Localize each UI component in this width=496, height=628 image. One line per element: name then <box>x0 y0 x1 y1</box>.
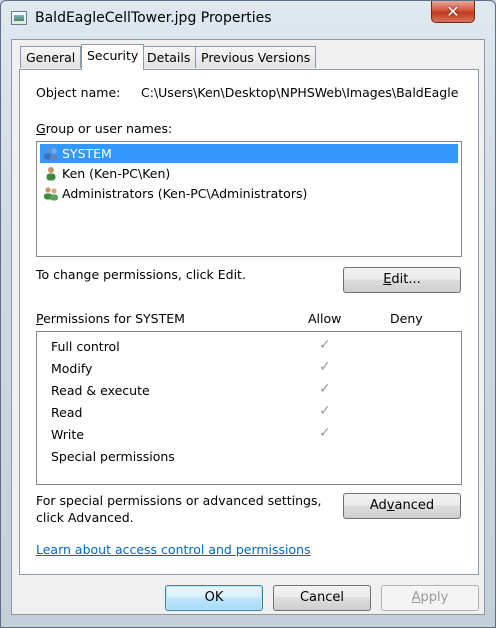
apply-button-label: pply <box>420 590 449 605</box>
tab-previous-versions[interactable]: Previous Versions <box>195 46 317 68</box>
advanced-button[interactable]: Advanced <box>343 493 461 519</box>
tab-details-label: Details <box>147 50 191 65</box>
cancel-button-label: Cancel <box>299 590 345 605</box>
permission-row-read: Read ✓ <box>51 402 451 424</box>
user-name: Administrators (Ken-PC\Administrators) <box>62 186 308 201</box>
tab-security-label: Security <box>87 48 139 63</box>
deny-column-header: Deny <box>390 311 423 326</box>
access-control-help-link[interactable]: Learn about access control and permissio… <box>36 542 311 557</box>
apply-accelerator: A <box>411 590 421 605</box>
ok-button[interactable]: OK <box>165 585 263 611</box>
user-list[interactable]: SYSTEM Ken (Ken-PC\Ken) Administrators (… <box>36 141 462 257</box>
permission-row-modify: Modify ✓ <box>51 358 451 380</box>
list-item-system[interactable]: SYSTEM <box>40 144 458 163</box>
permissions-list[interactable]: Full control ✓ Modify ✓ Read & execute ✓… <box>36 331 462 485</box>
group-label-accelerator: G <box>36 121 46 136</box>
allow-check-icon: ✓ <box>319 337 331 353</box>
tab-general-label: General <box>26 50 76 65</box>
image-file-icon <box>11 11 27 25</box>
allow-check-icon: ✓ <box>319 381 331 397</box>
advanced-accelerator: v <box>386 498 395 513</box>
allow-column-header: Allow <box>308 311 342 326</box>
object-name-value[interactable]: C:\Users\Ken\Desktop\NPHSWeb\Images\Bald… <box>141 85 463 100</box>
apply-button[interactable]: Apply <box>381 585 479 611</box>
permission-row-read-execute: Read & execute ✓ <box>51 380 451 402</box>
allow-check-icon: ✓ <box>319 359 331 375</box>
permission-name: Modify <box>51 361 93 376</box>
tab-previous-versions-label: Previous Versions <box>201 50 311 65</box>
tab-security[interactable]: Security <box>81 44 145 70</box>
change-permissions-text: To change permissions, click Edit. <box>36 267 246 282</box>
properties-window: BaldEagleCellTower.jpg Properties ✕ Gene… <box>0 0 496 628</box>
advanced-label-pre: Ad <box>369 498 387 513</box>
permission-name: Full control <box>51 339 120 354</box>
user-name: Ken (Ken-PC\Ken) <box>62 166 171 181</box>
title-bar[interactable]: BaldEagleCellTower.jpg Properties <box>1 1 495 37</box>
advanced-text-line2: click Advanced. <box>36 510 134 525</box>
ok-button-label: OK <box>204 590 224 605</box>
allow-check-icon: ✓ <box>319 425 331 441</box>
permission-name: Read & execute <box>51 383 150 398</box>
permission-name: Read <box>51 405 83 420</box>
close-icon: ✕ <box>446 2 460 21</box>
users-group-icon <box>44 147 58 161</box>
group-label-text: roup or user names: <box>45 121 173 136</box>
edit-button-label: dit... <box>391 272 421 287</box>
advanced-label-post: anced <box>394 498 435 513</box>
permission-name: Write <box>51 427 85 442</box>
permission-row-write: Write ✓ <box>51 424 451 446</box>
users-group-icon <box>44 187 58 201</box>
window-title: BaldEagleCellTower.jpg Properties <box>35 10 272 26</box>
group-names-label: Group or user names: <box>36 121 172 136</box>
object-name-label: Object name: <box>36 85 121 100</box>
user-name: SYSTEM <box>62 146 112 161</box>
permission-name: Special permissions <box>51 449 175 464</box>
permissions-label-text: ermissions for SYSTEM <box>43 311 185 326</box>
user-icon <box>46 167 56 181</box>
cancel-button[interactable]: Cancel <box>273 585 371 611</box>
permissions-label: Permissions for SYSTEM <box>36 311 185 326</box>
list-item-ken[interactable]: Ken (Ken-PC\Ken) <box>40 164 458 183</box>
allow-check-icon: ✓ <box>319 403 331 419</box>
permission-row-special: Special permissions <box>51 446 451 468</box>
tab-details[interactable]: Details <box>141 46 197 68</box>
tab-general[interactable]: General <box>20 46 82 68</box>
advanced-text-line1: For special permissions or advanced sett… <box>36 493 322 508</box>
permission-row-full-control: Full control ✓ <box>51 336 451 358</box>
edit-button[interactable]: Edit... <box>343 267 461 293</box>
list-item-administrators[interactable]: Administrators (Ken-PC\Administrators) <box>40 184 458 203</box>
close-button[interactable]: ✕ <box>431 1 475 23</box>
